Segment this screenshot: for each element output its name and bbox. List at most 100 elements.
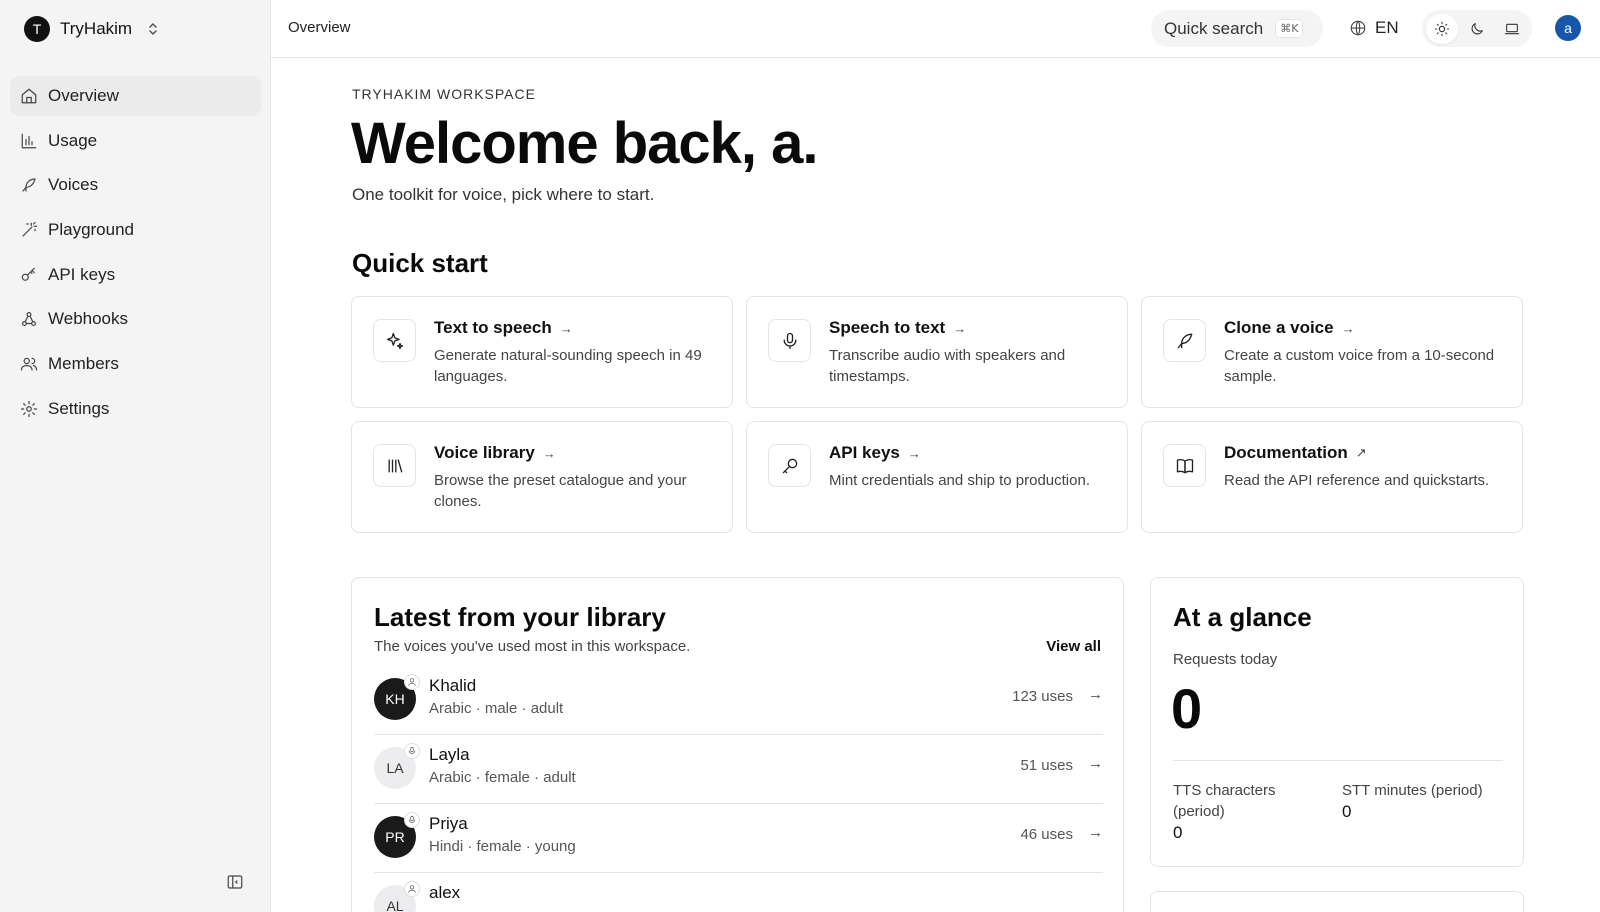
sidebar-item-label: Usage xyxy=(48,130,98,150)
voice-uses: 51 uses xyxy=(1020,757,1073,774)
card-documentation[interactable]: Documentation ↗ Read the API reference a… xyxy=(1141,421,1523,533)
card-clone-a-voice[interactable]: Clone a voice → Create a custom voice fr… xyxy=(1141,296,1523,408)
tts-value: 0 xyxy=(1173,823,1183,842)
card-title-text: Voice library xyxy=(434,443,535,462)
sidebar-item-settings[interactable]: Settings xyxy=(10,389,261,429)
collapse-sidebar-button[interactable] xyxy=(226,873,244,891)
card-title: Text to speech → xyxy=(434,318,573,338)
voice-initials: PR xyxy=(385,829,405,845)
language-selector[interactable]: EN xyxy=(1349,15,1399,41)
voice-row[interactable]: LA Layla Arabic · female · adult 51 uses… xyxy=(374,735,1103,804)
theme-dark-button[interactable] xyxy=(1461,14,1493,44)
gear-icon xyxy=(20,400,38,417)
library-title: Latest from your library xyxy=(374,602,666,632)
sidebar-item-label: API keys xyxy=(48,264,116,284)
card-api-keys[interactable]: API keys → Mint credentials and ship to … xyxy=(746,421,1128,533)
shortcut-hint: ⌘K xyxy=(1275,19,1304,38)
sidebar-collapse-icon xyxy=(227,875,243,889)
voice-row[interactable]: AL alex xyxy=(374,873,1103,912)
workspace-name: TryHakim xyxy=(60,19,133,38)
globe-icon xyxy=(1350,20,1366,36)
feather-icon xyxy=(22,178,36,192)
sidebar-item-usage[interactable]: Usage xyxy=(10,121,261,161)
sidebar-item-overview[interactable]: Overview xyxy=(10,76,261,116)
voice-name: alex xyxy=(429,883,461,902)
voice-avatar: KH xyxy=(374,674,420,720)
key-icon xyxy=(21,267,35,281)
workspace-switcher[interactable]: T TryHakim xyxy=(24,16,158,42)
breadcrumb: Overview xyxy=(288,19,351,36)
card-text-to-speech[interactable]: Text to speech → Generate natural-soundi… xyxy=(351,296,733,408)
voice-avatar: AL xyxy=(374,881,420,912)
card-description: Read the API reference and quickstarts. xyxy=(1224,472,1490,489)
card-description: Generate natural-sounding speech in 49 l… xyxy=(434,347,702,385)
chevron-up-down-icon xyxy=(148,22,158,36)
user-icon xyxy=(404,881,420,897)
arrow-right-icon: → xyxy=(907,445,921,461)
magic-wand-icon xyxy=(22,221,38,237)
card-title: Voice library → xyxy=(434,443,556,463)
requests-today-label: Requests today xyxy=(1173,651,1278,668)
moon-icon xyxy=(1471,22,1483,34)
sidebar-item-label: Settings xyxy=(48,398,110,418)
microphone-icon xyxy=(404,812,420,828)
feather-icon xyxy=(1163,319,1206,362)
voice-name: Priya xyxy=(429,814,468,833)
card-title: API keys → xyxy=(829,443,921,463)
sidebar-item-label: Voices xyxy=(48,175,99,195)
sidebar-item-label: Playground xyxy=(48,220,135,240)
glance-title: At a glance xyxy=(1173,602,1312,632)
theme-light-button[interactable] xyxy=(1426,13,1459,44)
stt-label: STT minutes (period) xyxy=(1342,782,1483,799)
card-title-text: Text to speech xyxy=(434,318,552,337)
voice-row[interactable]: KH Khalid Arabic · male · adult 123 uses… xyxy=(374,666,1103,735)
at-a-glance-panel: At a glance Requests today 0 TTS charact… xyxy=(1150,577,1524,867)
card-voice-library[interactable]: Voice library → Browse the preset catalo… xyxy=(351,421,733,533)
voice-name: Layla xyxy=(429,745,470,764)
theme-toggle xyxy=(1422,10,1532,47)
secondary-panel xyxy=(1150,891,1524,912)
user-icon xyxy=(404,674,420,690)
voice-initials: KH xyxy=(385,691,405,707)
card-speech-to-text[interactable]: Speech to text → Transcribe audio with s… xyxy=(746,296,1128,408)
user-avatar-button[interactable]: a xyxy=(1555,15,1581,41)
quick-start-heading: Quick start xyxy=(352,248,488,278)
arrow-right-icon: → xyxy=(1088,824,1103,841)
workspace-avatar: T xyxy=(24,16,50,42)
key-icon xyxy=(768,444,811,487)
sun-icon xyxy=(1435,21,1450,36)
card-title-text: Speech to text xyxy=(829,318,946,337)
voice-initials: AL xyxy=(386,898,404,912)
sidebar: T TryHakim Overview Usage Voices Playgro… xyxy=(0,0,271,912)
library-panel: Latest from your library The voices you'… xyxy=(351,577,1124,912)
divider xyxy=(1173,760,1503,761)
sidebar-item-api-keys[interactable]: API keys xyxy=(10,255,261,295)
sidebar-item-voices[interactable]: Voices xyxy=(10,165,261,205)
voice-row[interactable]: PR Priya Hindi · female · young 46 uses … xyxy=(374,804,1103,873)
sidebar-item-members[interactable]: Members xyxy=(10,344,261,384)
home-icon xyxy=(21,88,37,104)
sidebar-item-label: Overview xyxy=(48,86,119,105)
quick-search-button[interactable]: Quick search ⌘K xyxy=(1151,10,1323,47)
voice-meta: Hindi · female · young xyxy=(429,838,576,855)
library-icon xyxy=(373,444,416,487)
voice-name: Khalid xyxy=(429,676,477,695)
card-title: Speech to text → xyxy=(829,318,966,338)
arrow-right-icon: → xyxy=(559,320,573,336)
voice-avatar: PR xyxy=(374,812,420,858)
sidebar-nav: Overview Usage Voices Playground API key… xyxy=(10,76,261,434)
card-title-text: Clone a voice xyxy=(1224,318,1334,337)
view-all-link[interactable]: View all xyxy=(1046,638,1101,655)
book-icon xyxy=(1163,444,1206,487)
sidebar-item-webhooks[interactable]: Webhooks xyxy=(10,299,261,339)
sidebar-item-playground[interactable]: Playground xyxy=(10,210,261,250)
card-title-text: Documentation xyxy=(1224,443,1348,462)
webhook-icon xyxy=(22,312,36,327)
sparkles-icon xyxy=(373,319,416,362)
bar-chart-icon xyxy=(21,133,37,149)
stt-value: 0 xyxy=(1342,802,1352,821)
arrow-right-icon: → xyxy=(953,320,967,336)
page-subtitle: One toolkit for voice, pick where to sta… xyxy=(352,185,655,204)
card-title: Clone a voice → xyxy=(1224,318,1355,338)
theme-system-button[interactable] xyxy=(1496,14,1528,44)
